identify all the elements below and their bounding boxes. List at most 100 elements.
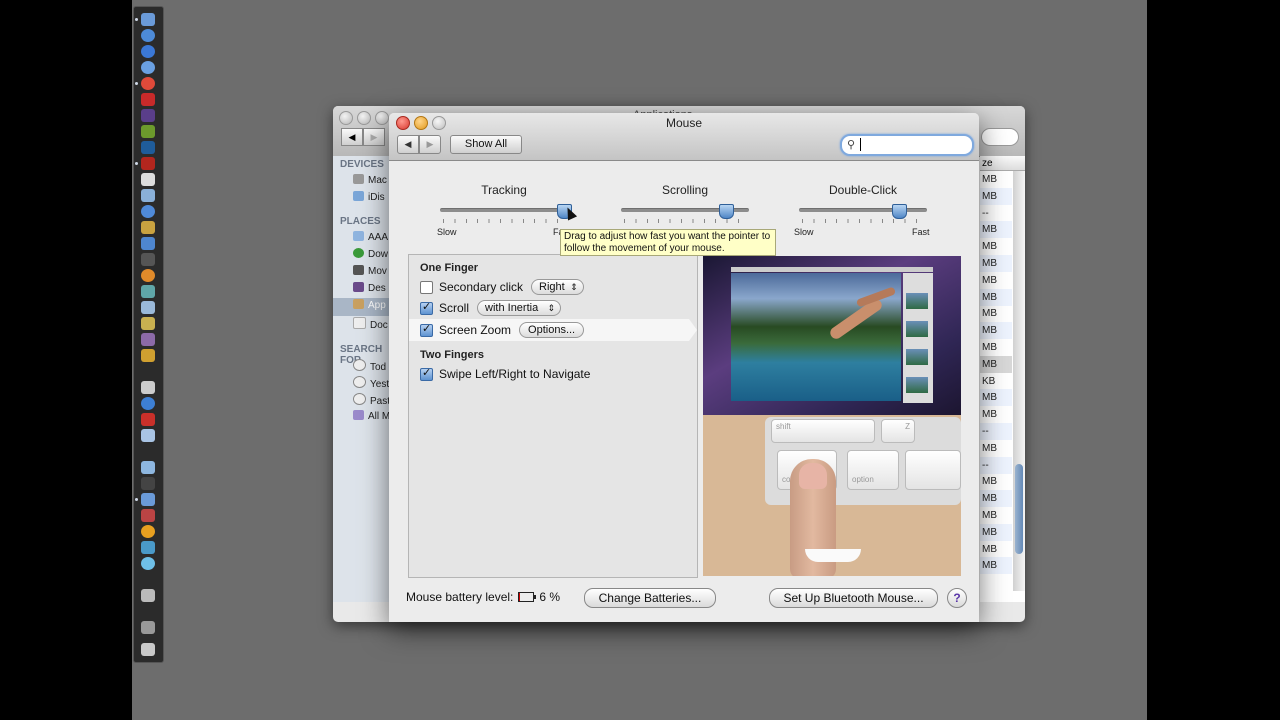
sidebar-item-desktop[interactable]: Des xyxy=(353,282,389,298)
preview-thumb xyxy=(906,377,928,393)
photoshop-icon[interactable] xyxy=(141,141,155,154)
sidebar-item-yesterday[interactable]: Yest xyxy=(353,376,389,392)
tooltip: Drag to adjust how fast you want the poi… xyxy=(560,229,776,256)
sidebar-item-applications[interactable]: App xyxy=(353,299,389,315)
help-button[interactable]: ? xyxy=(947,588,967,608)
premiere-icon[interactable] xyxy=(141,109,155,122)
downloads-icon xyxy=(353,248,364,258)
flash-icon[interactable] xyxy=(141,157,155,170)
preview-diver xyxy=(827,296,885,342)
screen-zoom-checkbox[interactable] xyxy=(420,322,433,337)
preview-menubar xyxy=(731,267,933,272)
photo-icon[interactable] xyxy=(141,317,155,330)
tool-icon[interactable] xyxy=(141,221,155,234)
dreamweaver-icon[interactable] xyxy=(141,125,155,138)
star-icon[interactable] xyxy=(141,253,155,266)
devices-header[interactable]: DEVICES xyxy=(340,159,384,170)
finder-search-field[interactable] xyxy=(981,128,1019,146)
sidebar-item-downloads[interactable]: Dow xyxy=(353,248,389,264)
finder-zoom-button[interactable] xyxy=(375,111,389,125)
sidebar-item-today[interactable]: Tod xyxy=(353,359,389,375)
setup-bluetooth-mouse-button[interactable]: Set Up Bluetooth Mouse... xyxy=(769,588,938,608)
scroll-checkbox[interactable] xyxy=(420,300,433,315)
change-batteries-button[interactable]: Change Batteries... xyxy=(584,588,716,608)
size-cell: MB xyxy=(982,241,997,253)
media-icon[interactable] xyxy=(141,525,155,538)
safari-icon[interactable] xyxy=(141,61,155,74)
size-cell: MB xyxy=(980,523,1012,541)
size-cell: MB xyxy=(982,274,997,286)
bird-icon[interactable] xyxy=(141,237,155,250)
book-icon[interactable] xyxy=(141,285,155,298)
sidebar-item-aaa[interactable]: AAA xyxy=(353,231,389,247)
search-input[interactable]: ⚲ xyxy=(840,134,974,156)
itunes-icon[interactable] xyxy=(141,29,155,42)
scroll-label: Scroll xyxy=(439,301,470,315)
firefox-icon[interactable] xyxy=(141,269,155,282)
path-icon[interactable] xyxy=(141,541,155,554)
trash-icon[interactable] xyxy=(141,643,155,656)
scrolling-slider-thumb[interactable] xyxy=(718,204,734,219)
network-icon[interactable] xyxy=(141,189,155,202)
leaf-icon[interactable] xyxy=(141,349,155,362)
finder-back-button[interactable]: ◀ xyxy=(341,128,363,146)
film-icon[interactable] xyxy=(141,493,155,506)
finder-close-button[interactable] xyxy=(339,111,353,125)
secondary-click-popup[interactable]: Right xyxy=(531,279,584,295)
camera-icon[interactable] xyxy=(141,381,155,394)
flower-icon[interactable] xyxy=(141,557,155,570)
finder-sidebar: DEVICES Mac iDis PLACES AAA Dow Mov Des … xyxy=(333,156,389,602)
magic-mouse xyxy=(805,549,861,562)
screen-zoom-options-button[interactable]: Options... xyxy=(519,322,585,338)
sidebar-item-documents[interactable]: Doc xyxy=(353,317,389,333)
tracking-label: Tracking xyxy=(481,183,527,197)
finder-icon[interactable] xyxy=(141,13,155,26)
sidebar-item-mac[interactable]: Mac xyxy=(353,174,389,190)
calendar-icon[interactable] xyxy=(141,413,155,426)
sidebar-item-movies[interactable]: Mov xyxy=(353,265,389,281)
finder-minimize-button[interactable] xyxy=(357,111,371,125)
pencil-icon[interactable] xyxy=(141,477,155,490)
settings-panel: One Finger Secondary click Right Scroll … xyxy=(408,254,698,578)
printer-icon[interactable] xyxy=(141,461,155,474)
preview-icon[interactable] xyxy=(141,429,155,442)
sidebar-item-all-movies[interactable]: All M xyxy=(353,410,389,426)
appstore-icon[interactable] xyxy=(141,45,155,58)
forward-button[interactable]: ▶ xyxy=(419,135,441,154)
download-stack-icon[interactable] xyxy=(141,589,155,602)
globe-icon[interactable] xyxy=(141,205,155,218)
filezilla-icon[interactable] xyxy=(141,93,155,106)
size-cell: MB xyxy=(982,342,997,353)
double-click-slider-track[interactable] xyxy=(799,208,927,212)
secondary-click-checkbox[interactable] xyxy=(420,280,433,294)
double-click-slider-thumb[interactable] xyxy=(891,204,907,219)
secondary-click-row: Secondary click Right xyxy=(420,278,584,296)
hard-drive-icon xyxy=(353,174,364,184)
scrolling-ticks xyxy=(624,219,747,223)
sidebar-item-past-week[interactable]: Past xyxy=(353,393,389,409)
two-fingers-header: Two Fingers xyxy=(420,349,484,361)
tracking-min-label: Slow xyxy=(437,227,457,237)
size-cell: MB xyxy=(982,308,997,320)
photobooth-icon[interactable] xyxy=(141,509,155,522)
size-column-header[interactable]: ze xyxy=(980,156,1025,171)
folder-stack-icon[interactable] xyxy=(141,621,155,634)
gallery-icon[interactable] xyxy=(141,333,155,346)
size-cell: KB xyxy=(982,375,996,387)
secondary-click-label: Secondary click xyxy=(439,280,524,294)
swipe-checkbox[interactable] xyxy=(420,366,433,381)
clapper-icon[interactable] xyxy=(141,173,155,186)
compass-icon[interactable] xyxy=(141,397,155,410)
movies-icon xyxy=(353,265,364,275)
show-all-button[interactable]: Show All xyxy=(450,135,522,154)
chrome-icon[interactable] xyxy=(141,77,155,90)
places-header[interactable]: PLACES xyxy=(340,216,381,227)
tracking-slider-track[interactable] xyxy=(440,208,570,212)
facetime-icon[interactable] xyxy=(141,301,155,314)
sidebar-item-idisk[interactable]: iDis xyxy=(353,191,389,207)
finder-forward-button[interactable]: ▶ xyxy=(363,128,385,146)
back-button[interactable]: ◀ xyxy=(397,135,419,154)
scroll-popup[interactable]: with Inertia xyxy=(477,300,562,316)
finder-scroll-thumb[interactable] xyxy=(1015,464,1023,554)
clock-icon xyxy=(353,376,366,388)
